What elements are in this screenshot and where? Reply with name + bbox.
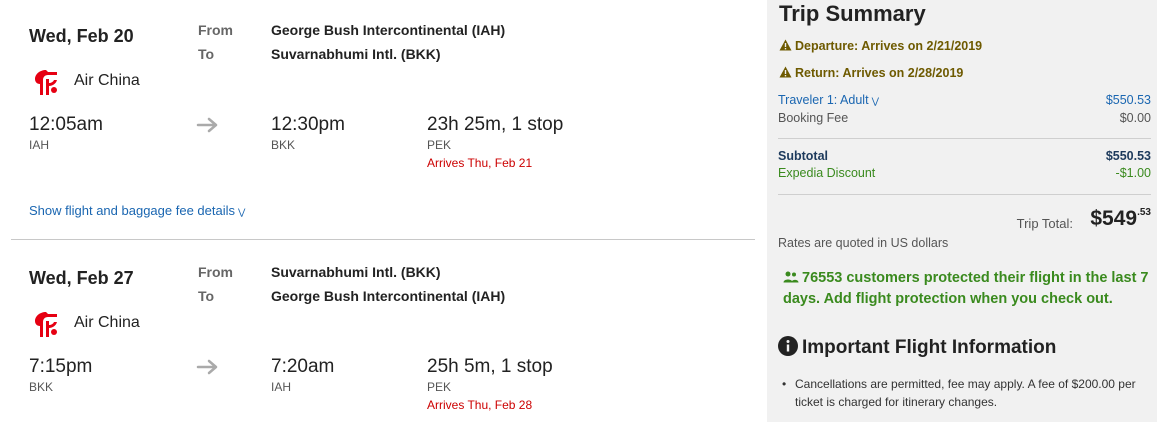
leg-date: Wed, Feb 27 bbox=[29, 268, 134, 288]
stop-code: PEK bbox=[427, 380, 452, 394]
depart-code: BKK bbox=[29, 380, 54, 394]
duration: 23h 25m, 1 stop bbox=[427, 114, 564, 135]
airline-name: Air China bbox=[74, 72, 140, 89]
trip-summary-title: Trip Summary bbox=[779, 1, 926, 26]
bullet-dot: • bbox=[782, 377, 787, 391]
from-airport: Suvarnabhumi Intl. (BKK) bbox=[271, 264, 441, 280]
flight-details-link[interactable]: Show flight and baggage fee details ⋁ bbox=[29, 203, 245, 218]
depart-code: IAH bbox=[29, 138, 50, 152]
traveler-label: Traveler 1: Adult bbox=[778, 93, 869, 107]
trip-total-label: Trip Total: bbox=[1016, 216, 1073, 231]
trip-summary-panel: Trip Summary Departure: Arrives on 2/21/… bbox=[767, 0, 1157, 422]
depart-time: 12:05am bbox=[29, 114, 103, 135]
arrive-code: BKK bbox=[271, 138, 296, 152]
rates-note: Rates are quoted in US dollars bbox=[778, 236, 949, 250]
double-chevron-down-icon: ⋁ bbox=[238, 207, 246, 217]
from-label: From bbox=[198, 264, 233, 280]
to-airport: Suvarnabhumi Intl. (BKK) bbox=[271, 46, 441, 62]
return-warning: Return: Arrives on 2/28/2019 bbox=[779, 66, 963, 80]
subtotal-value: $550.53 bbox=[1105, 149, 1151, 163]
details-link-label: Show flight and baggage fee details bbox=[29, 203, 235, 218]
protection-text: 76553 customers protected their flight i… bbox=[783, 270, 1149, 307]
info-bullet: • Cancellations are permitted, fee may a… bbox=[782, 375, 1140, 411]
right-arrow-icon bbox=[196, 117, 220, 133]
duration: 25h 5m, 1 stop bbox=[427, 356, 553, 377]
booking-fee-label: Booking Fee bbox=[778, 111, 849, 125]
people-icon bbox=[783, 269, 799, 283]
info-bullet-text: Cancellations are permitted, fee may app… bbox=[795, 377, 1136, 409]
summary-divider bbox=[778, 194, 1151, 195]
to-label: To bbox=[198, 46, 215, 62]
traveler-dropdown[interactable]: Traveler 1: Adult ⋁ bbox=[778, 93, 879, 107]
booking-fee-value: $0.00 bbox=[1119, 111, 1151, 125]
trip-total-whole: $549 bbox=[1090, 207, 1138, 230]
discount-label: Expedia Discount bbox=[778, 166, 876, 180]
arrival-note: Arrives Thu, Feb 28 bbox=[427, 398, 533, 412]
from-label: From bbox=[198, 22, 233, 38]
info-circle-icon bbox=[778, 336, 798, 356]
from-airport: George Bush Intercontinental (IAH) bbox=[271, 22, 506, 38]
summary-divider bbox=[778, 138, 1151, 139]
trip-total-cents: .53 bbox=[1137, 207, 1151, 218]
air-china-logo bbox=[30, 310, 62, 340]
double-chevron-down-icon: ⋁ bbox=[871, 96, 879, 106]
arrive-time: 12:30pm bbox=[271, 114, 345, 135]
subtotal-label: Subtotal bbox=[778, 149, 828, 163]
to-airport: George Bush Intercontinental (IAH) bbox=[271, 288, 506, 304]
warning-triangle-icon bbox=[779, 39, 792, 51]
discount-value: -$1.00 bbox=[1115, 166, 1151, 180]
air-china-logo bbox=[30, 68, 62, 98]
trip-total-amount: $549.53 bbox=[1090, 207, 1151, 231]
warning-triangle-icon bbox=[779, 66, 792, 78]
depart-time: 7:15pm bbox=[29, 356, 93, 377]
departure-warning-text: Departure: Arrives on 2/21/2019 bbox=[795, 39, 983, 53]
traveler-price: $550.53 bbox=[1105, 93, 1151, 107]
important-info-heading: Important Flight Information bbox=[778, 336, 1056, 359]
departure-warning: Departure: Arrives on 2/21/2019 bbox=[779, 39, 982, 53]
return-warning-text: Return: Arrives on 2/28/2019 bbox=[795, 66, 964, 80]
important-info-title: Important Flight Information bbox=[802, 337, 1057, 358]
airline-name: Air China bbox=[74, 314, 140, 331]
arrive-code: IAH bbox=[271, 380, 292, 394]
leg-date: Wed, Feb 20 bbox=[29, 26, 134, 46]
flight-list: Wed, Feb 20 From To George Bush Intercon… bbox=[0, 0, 760, 422]
arrive-time: 7:20am bbox=[271, 356, 335, 377]
to-label: To bbox=[198, 288, 215, 304]
arrival-note: Arrives Thu, Feb 21 bbox=[427, 156, 533, 170]
protection-notice: 76553 customers protected their flight i… bbox=[783, 268, 1153, 310]
right-arrow-icon bbox=[196, 359, 220, 375]
stop-code: PEK bbox=[427, 138, 452, 152]
leg-divider bbox=[11, 239, 755, 240]
